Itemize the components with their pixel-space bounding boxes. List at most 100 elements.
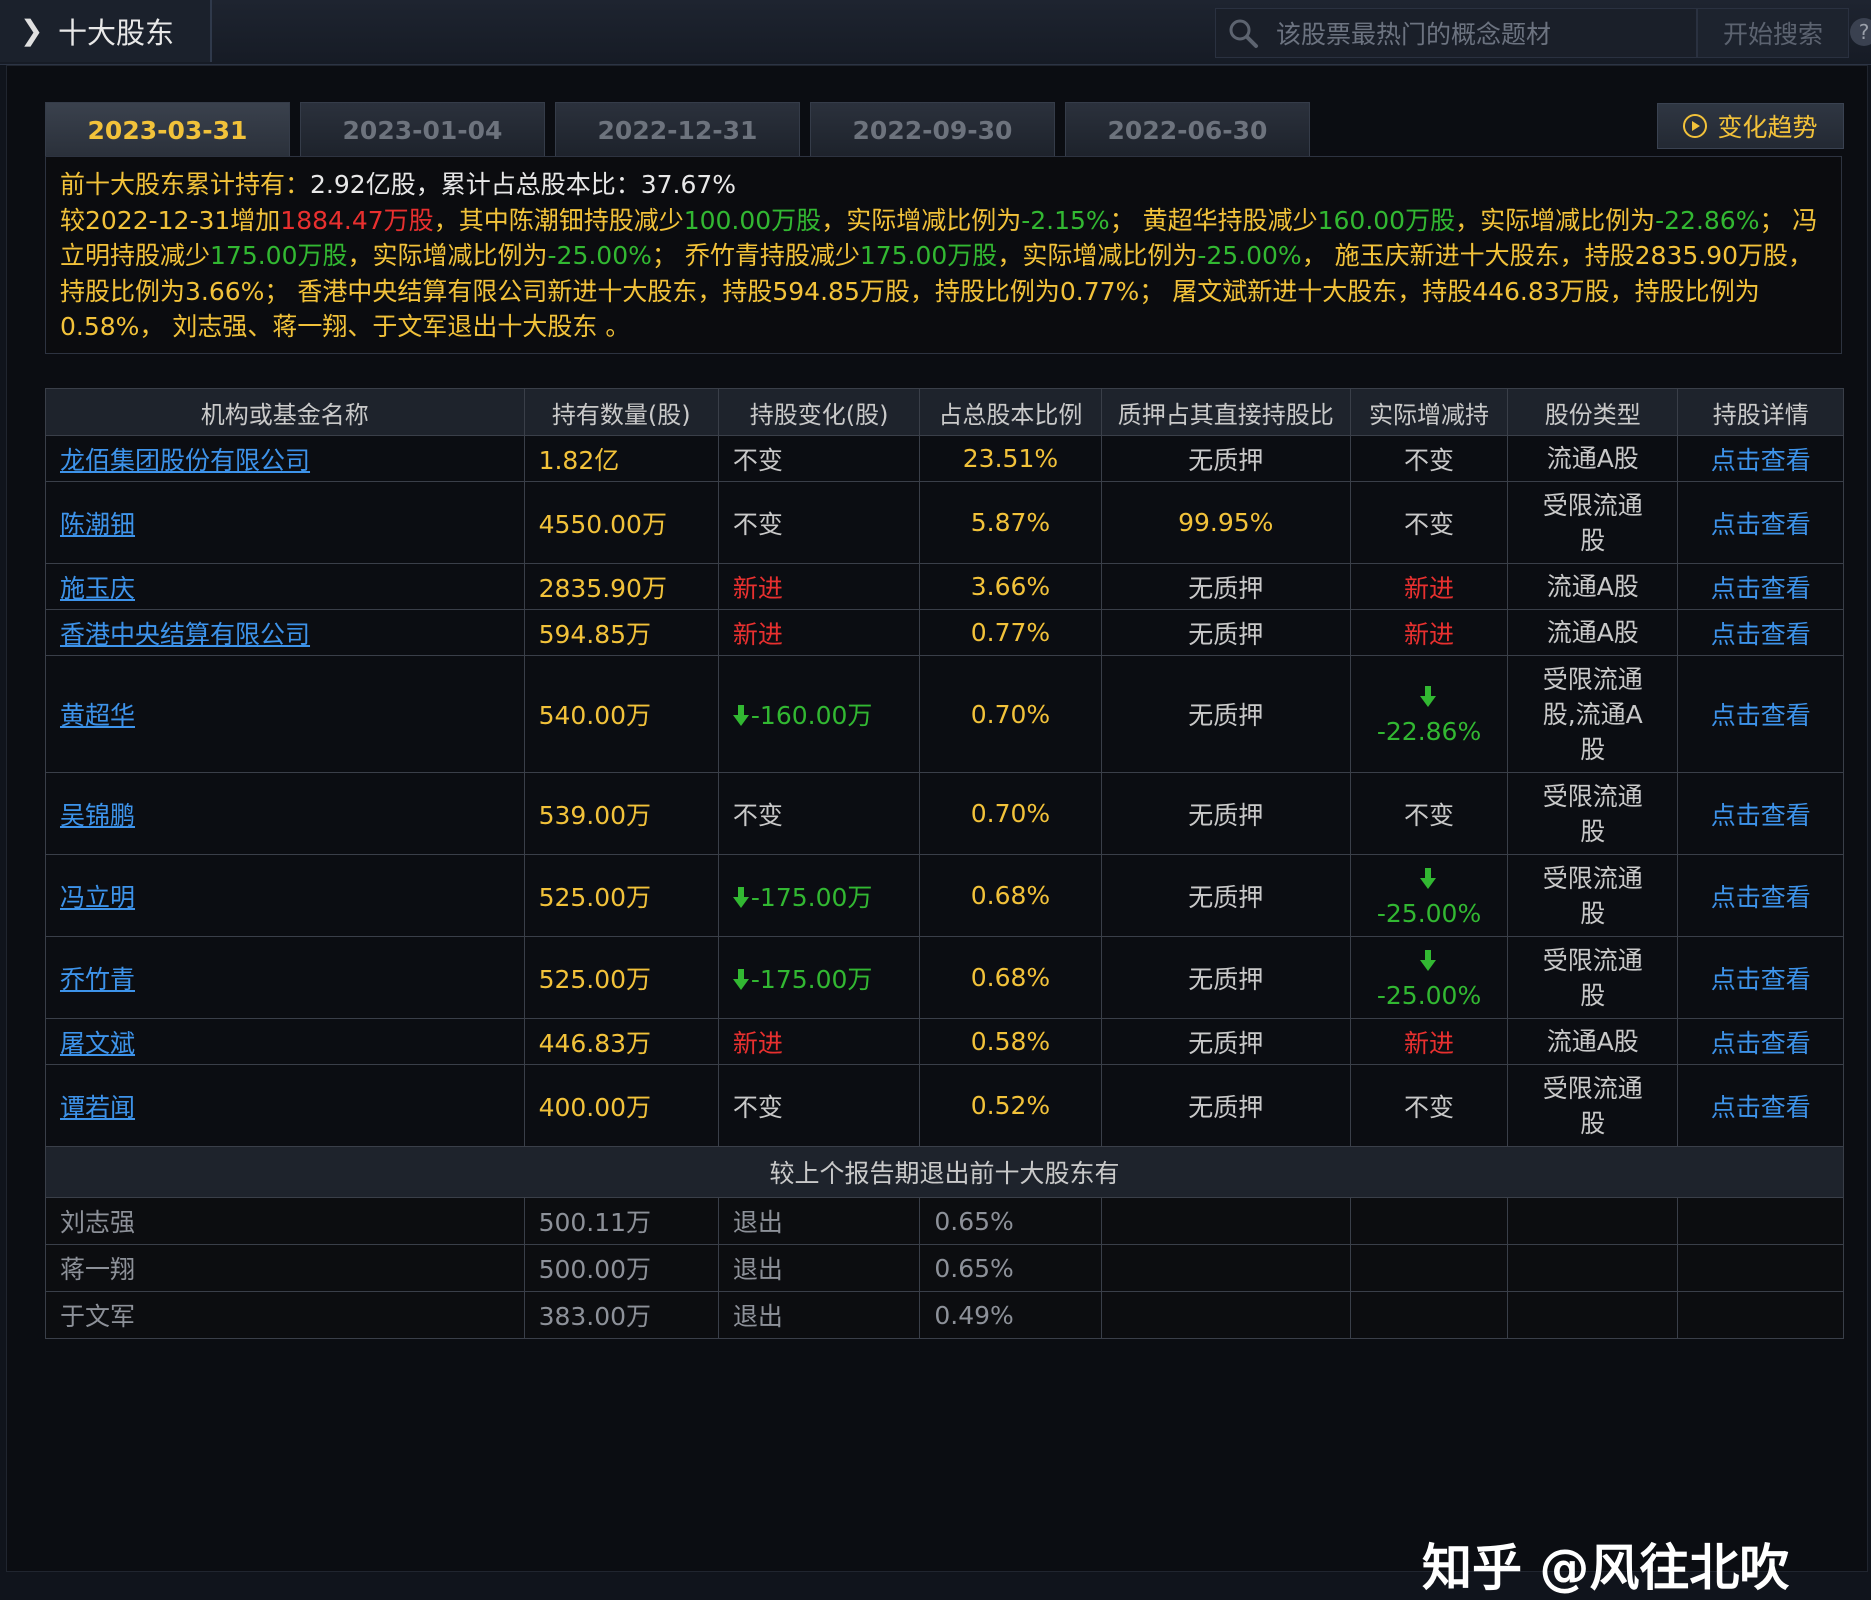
exit-change: 退出 bbox=[732, 1208, 783, 1237]
actual-change-cell: -25.00% bbox=[1349, 854, 1509, 937]
detail-link[interactable]: 点击查看 bbox=[1711, 1029, 1811, 1058]
summary-part: ； 乔竹青持股减少 bbox=[651, 241, 860, 270]
holder-name-link[interactable]: 谭若闻 bbox=[60, 1093, 135, 1122]
detail-cell[interactable]: 点击查看 bbox=[1677, 854, 1844, 937]
actual-change-cell: 新进 bbox=[1349, 563, 1509, 610]
ratio-cell: 0.70% bbox=[919, 655, 1102, 773]
ratio-value: 0.52% bbox=[970, 1091, 1051, 1120]
table-row: 屠文斌 446.83万 新进 0.58% 无质押 新进 流通A股 点击查看 bbox=[45, 1018, 1844, 1065]
holder-name-link[interactable]: 黄超华 bbox=[60, 701, 135, 730]
holder-qty: 539.00万 bbox=[538, 800, 652, 830]
arrow-down-icon bbox=[732, 886, 749, 908]
holder-name-link[interactable]: 龙佰集团股份有限公司 bbox=[60, 446, 310, 475]
detail-link[interactable]: 点击查看 bbox=[1711, 701, 1811, 730]
holder-name-cell: 吴锦鹏 bbox=[45, 772, 525, 855]
holders-panel: 2023-03-31 2023-01-04 2022-12-31 2022-09-30… bbox=[6, 65, 1868, 1597]
tab-period[interactable]: 2023-03-31 bbox=[45, 102, 290, 157]
ratio-value: 5.87% bbox=[970, 508, 1051, 537]
pledge-value: 无质押 bbox=[1188, 445, 1264, 475]
holder-qty: 2835.90万 bbox=[538, 573, 667, 603]
qty-cell: 540.00万 bbox=[523, 655, 719, 773]
share-type-cell: 流通A股 bbox=[1507, 563, 1679, 610]
ratio-cell: 23.51% bbox=[919, 435, 1102, 482]
holder-name-cell: 屠文斌 bbox=[45, 1018, 525, 1065]
empty-cell bbox=[1677, 1197, 1844, 1245]
holder-name-link[interactable]: 香港中央结算有限公司 bbox=[60, 620, 310, 649]
chevron-right-icon: ❯ bbox=[20, 14, 44, 47]
change-cell: 新进 bbox=[717, 609, 921, 656]
detail-link[interactable]: 点击查看 bbox=[1711, 620, 1811, 649]
exit-change-cell: 退出 bbox=[717, 1244, 921, 1292]
detail-cell[interactable]: 点击查看 bbox=[1677, 936, 1844, 1019]
detail-cell[interactable]: 点击查看 bbox=[1677, 772, 1844, 855]
detail-cell[interactable]: 点击查看 bbox=[1677, 481, 1844, 564]
title-tab[interactable]: ❯ 十大股东 bbox=[0, 0, 212, 62]
change-cell: 不变 bbox=[717, 481, 921, 564]
qty-cell: 525.00万 bbox=[523, 936, 719, 1019]
change-cell: 不变 bbox=[717, 1064, 921, 1147]
detail-link[interactable]: 点击查看 bbox=[1711, 510, 1811, 539]
summary-value: 2.92 bbox=[310, 170, 366, 199]
qty-cell: 2835.90万 bbox=[523, 563, 719, 610]
detail-link[interactable]: 点击查看 bbox=[1711, 965, 1811, 994]
detail-link[interactable]: 点击查看 bbox=[1711, 574, 1811, 603]
holder-name-link[interactable]: 乔竹青 bbox=[60, 965, 135, 994]
holder-name-link[interactable]: 吴锦鹏 bbox=[60, 801, 135, 830]
actual-change-cell: -25.00% bbox=[1349, 936, 1509, 1019]
share-type-value: 流通A股 bbox=[1546, 618, 1639, 647]
holder-name-link[interactable]: 陈潮钿 bbox=[60, 510, 135, 539]
detail-cell[interactable]: 点击查看 bbox=[1677, 609, 1844, 656]
qty-cell: 4550.00万 bbox=[523, 481, 719, 564]
holder-name-link[interactable]: 施玉庆 bbox=[60, 574, 135, 603]
detail-link[interactable]: 点击查看 bbox=[1711, 883, 1811, 912]
share-type-cell: 流通A股 bbox=[1507, 1018, 1679, 1065]
watermark: 知乎 @风往北吹 bbox=[1422, 1539, 1790, 1597]
ratio-value: 23.51% bbox=[962, 444, 1059, 473]
qty-cell: 446.83万 bbox=[523, 1018, 719, 1065]
exit-row: 刘志强 500.11万 退出 0.65% bbox=[45, 1197, 1844, 1245]
exit-name-cell: 于文军 bbox=[45, 1291, 525, 1339]
detail-cell[interactable]: 点击查看 bbox=[1677, 563, 1844, 610]
holder-name-link[interactable]: 冯立明 bbox=[60, 883, 135, 912]
summary-value: 37.67% bbox=[640, 170, 737, 199]
trend-button[interactable]: 变化趋势 bbox=[1657, 103, 1844, 149]
search-input[interactable]: 该股票最热门的概念题材 bbox=[1215, 8, 1697, 58]
holder-name-cell: 黄超华 bbox=[45, 655, 525, 773]
empty-cell bbox=[1507, 1244, 1679, 1292]
help-icon[interactable]: ? bbox=[1850, 18, 1871, 46]
qty-cell: 400.00万 bbox=[523, 1064, 719, 1147]
tab-period[interactable]: 2023-01-04 bbox=[300, 102, 545, 157]
table-row: 乔竹青 525.00万 -175.00万 0.68% 无质押 -25.00% 受限流通股 点击… bbox=[45, 936, 1844, 1019]
holder-qty: 525.00万 bbox=[538, 964, 652, 994]
ratio-value: 3.66% bbox=[970, 572, 1051, 601]
change-cell: 新进 bbox=[717, 1018, 921, 1065]
summary-value: 160.00万股 bbox=[1317, 205, 1456, 235]
holder-name-link[interactable]: 屠文斌 bbox=[60, 1029, 135, 1058]
tab-period[interactable]: 2022-12-31 bbox=[555, 102, 800, 157]
empty-cell bbox=[1349, 1197, 1509, 1245]
detail-cell[interactable]: 点击查看 bbox=[1677, 1064, 1844, 1147]
tab-period[interactable]: 2022-09-30 bbox=[810, 102, 1055, 157]
pledge-cell: 无质押 bbox=[1100, 772, 1351, 855]
share-type-cell: 流通A股 bbox=[1507, 609, 1679, 656]
detail-link[interactable]: 点击查看 bbox=[1711, 801, 1811, 830]
holder-name-cell: 乔竹青 bbox=[45, 936, 525, 1019]
detail-cell[interactable]: 点击查看 bbox=[1677, 1018, 1844, 1065]
change-cell: 新进 bbox=[717, 563, 921, 610]
detail-link[interactable]: 点击查看 bbox=[1711, 1093, 1811, 1122]
ratio-cell: 3.66% bbox=[919, 563, 1102, 610]
exit-section-title: 较上个报告期退出前十大股东有 bbox=[45, 1146, 1844, 1198]
holder-qty: 4550.00万 bbox=[538, 509, 667, 539]
detail-cell[interactable]: 点击查看 bbox=[1677, 655, 1844, 773]
trend-button-label: 变化趋势 bbox=[1717, 113, 1818, 142]
change-value: 新进 bbox=[732, 619, 783, 649]
summary-part: ； 黄超华持股减少 bbox=[1109, 205, 1318, 235]
detail-cell[interactable]: 点击查看 bbox=[1677, 435, 1844, 482]
pledge-value: 无质押 bbox=[1188, 1028, 1264, 1058]
search-button[interactable]: 开始搜索 bbox=[1697, 8, 1849, 58]
actual-change-value: 新进 bbox=[1404, 619, 1455, 649]
detail-link[interactable]: 点击查看 bbox=[1711, 446, 1811, 475]
change-value: -160.00万 bbox=[750, 701, 873, 730]
tab-period[interactable]: 2022-06-30 bbox=[1065, 102, 1310, 157]
pledge-value: 无质押 bbox=[1188, 1092, 1264, 1122]
